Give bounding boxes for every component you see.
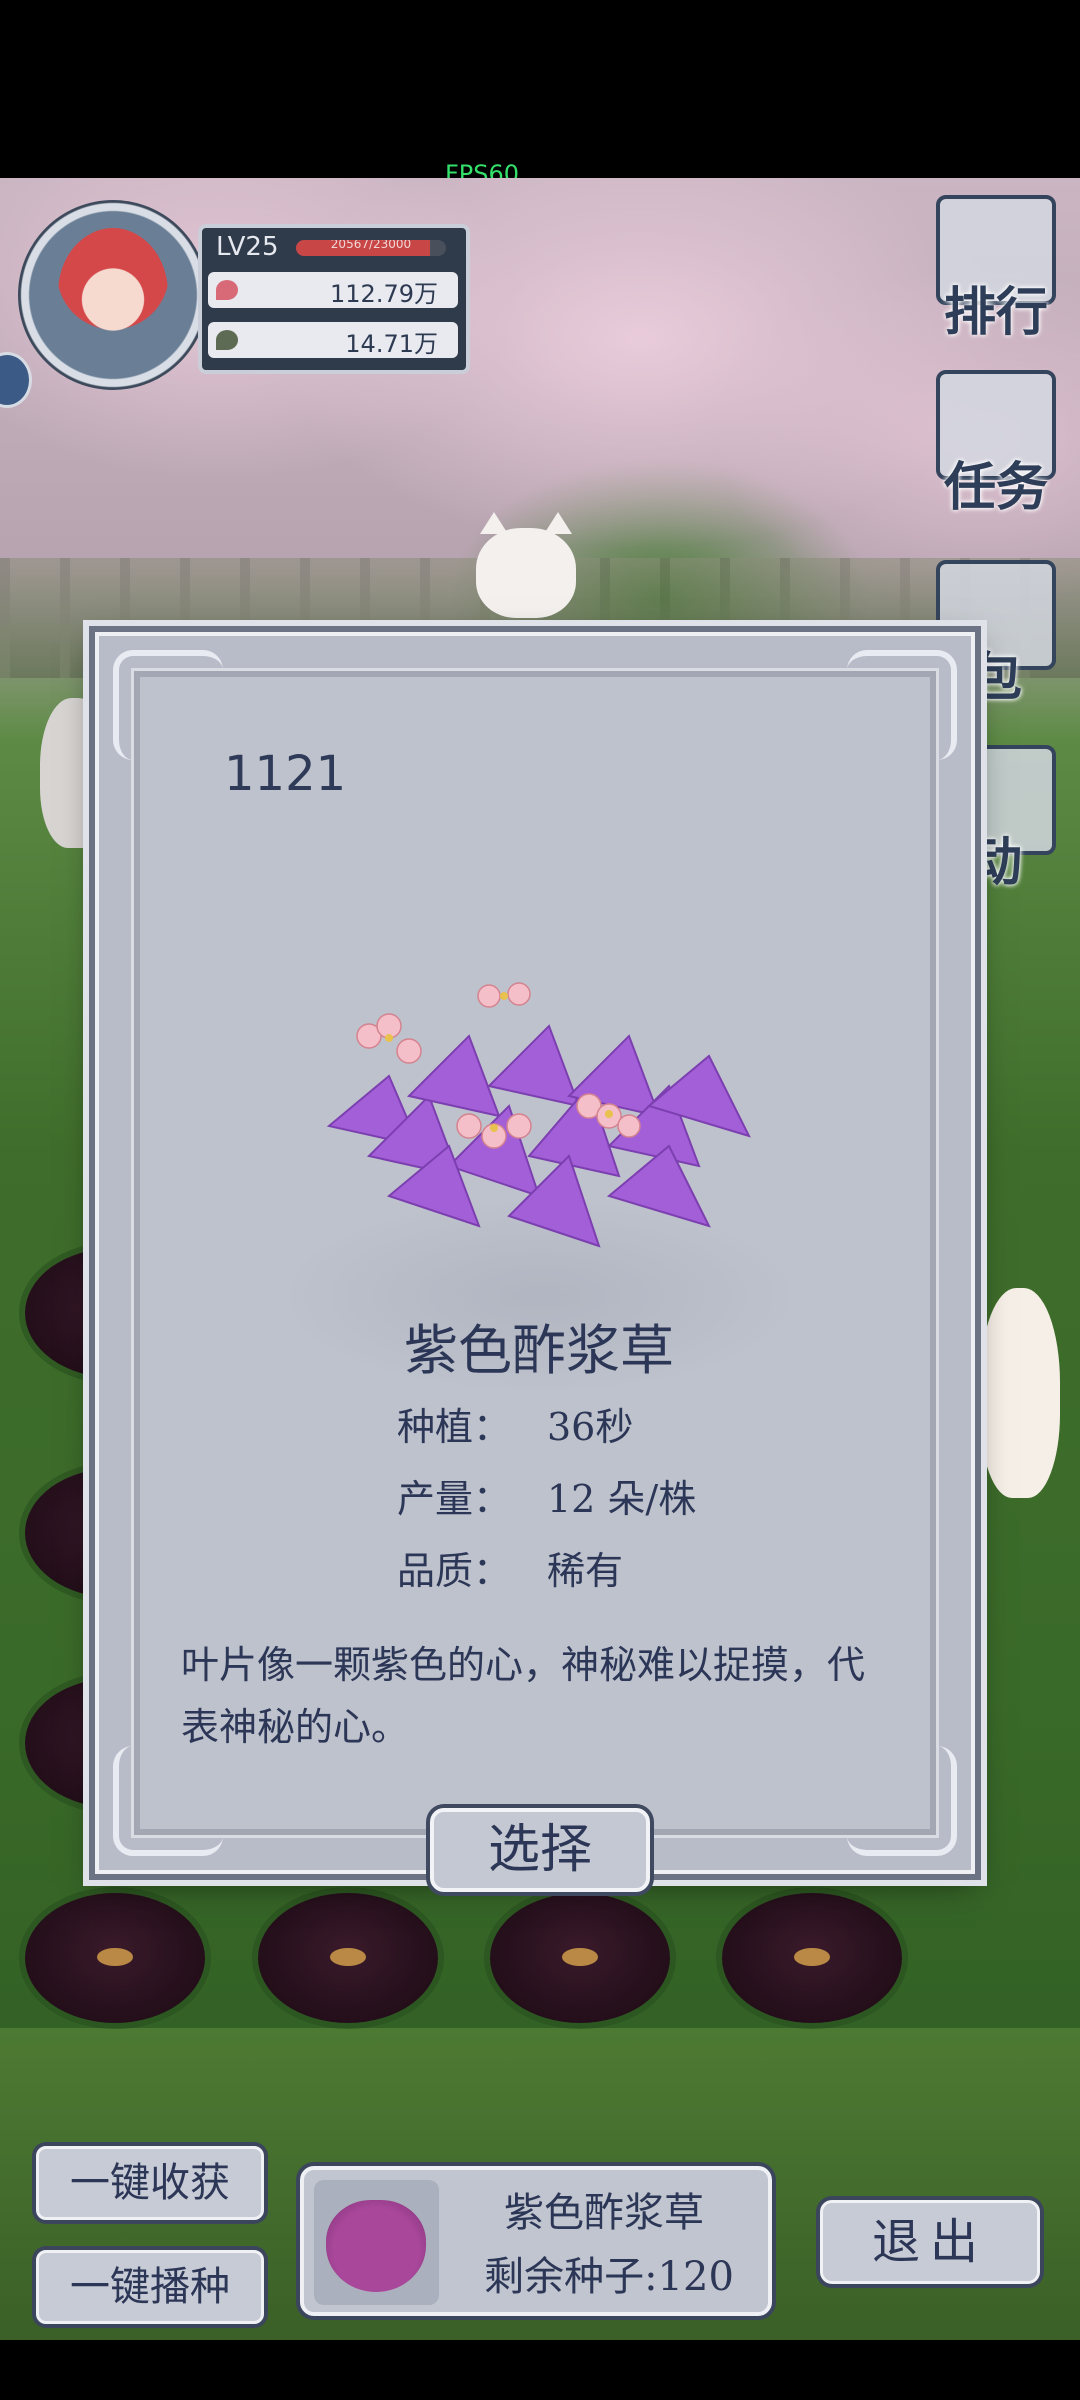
- currency-1-value: 112.79万: [330, 280, 438, 308]
- stat-key: 产量：: [397, 1477, 512, 1521]
- player-stats-box: LV25 20567/23000 112.79万 14.71万: [198, 224, 470, 374]
- plant-detail-dialog: 1121 紫色酢浆草 种植： 36秒 产量： 12 朵/株 品质： 稀有 叶片像…: [95, 632, 975, 1874]
- seed-icon: [330, 1948, 366, 1966]
- frame-corner-ornament: [847, 1746, 957, 1856]
- menu-tasks-label: 任务: [943, 457, 1048, 518]
- menu-tasks[interactable]: 任务: [926, 370, 1066, 520]
- stat-planting-time: 种植： 36秒: [397, 1396, 633, 1451]
- stat-yield: 产量： 12 朵/株: [397, 1468, 696, 1523]
- stat-value: 36秒: [547, 1405, 634, 1449]
- select-button-label: 选择: [487, 1820, 592, 1880]
- plant-name: 紫色酢浆草: [404, 1319, 674, 1382]
- selected-seed-panel[interactable]: 紫色酢浆草 剩余种子:120: [300, 2166, 772, 2316]
- currency-2-value: 14.71万: [345, 330, 438, 358]
- frame-corner-ornament: [113, 1746, 223, 1856]
- stat-key: 品质：: [397, 1549, 512, 1593]
- exp-text: 20567/23000: [330, 240, 412, 251]
- flower-currency-icon: [216, 280, 238, 300]
- currency-2-row: 14.71万: [208, 322, 458, 358]
- soil-plot-seeded[interactable]: [490, 1893, 670, 2023]
- plant-description: 叶片像一颗紫色的心，神秘难以捉摸，代表神秘的心。: [181, 1643, 866, 1749]
- soil-plot-seeded[interactable]: [722, 1893, 902, 2023]
- sow-all-button[interactable]: 一键播种: [36, 2250, 264, 2324]
- seed-currency-icon: [216, 330, 238, 350]
- harvest-all-button[interactable]: 一键收获: [36, 2146, 264, 2220]
- seed-bag-icon: [326, 2200, 426, 2292]
- currency-1-row: 112.79万: [208, 272, 458, 308]
- exit-button-label: 退出: [871, 2214, 988, 2270]
- player-level: LV25: [216, 232, 279, 262]
- menu-ranking[interactable]: 排行: [926, 195, 1066, 345]
- frame-corner-ornament: [847, 650, 957, 760]
- seed-icon: [794, 1948, 830, 1966]
- soil-plot-seeded[interactable]: [25, 1893, 205, 2023]
- avatar-frame[interactable]: [18, 200, 208, 390]
- stat-key: 种植：: [397, 1405, 512, 1449]
- exit-button[interactable]: 退出: [820, 2200, 1040, 2284]
- cat-top[interactable]: [476, 512, 576, 618]
- frame-corner-ornament: [113, 650, 223, 760]
- seed-remaining-count: 剩余种子:120: [484, 2254, 734, 2300]
- select-button[interactable]: 选择: [430, 1808, 650, 1892]
- seed-bag-slot: [314, 2180, 439, 2305]
- selected-seed-name: 紫色酢浆草: [504, 2190, 704, 2236]
- soil-plot-seeded[interactable]: [258, 1893, 438, 2023]
- stat-value: 稀有: [547, 1549, 624, 1593]
- purple-oxalis-illustration: [309, 976, 769, 1276]
- menu-ranking-label: 排行: [943, 282, 1048, 343]
- stat-quality: 品质： 稀有: [397, 1540, 623, 1595]
- exp-bar: 20567/23000: [296, 240, 446, 256]
- sow-all-label: 一键播种: [70, 2264, 230, 2310]
- harvest-all-label: 一键收获: [70, 2160, 230, 2206]
- avatar: [58, 228, 168, 358]
- seed-icon: [562, 1948, 598, 1966]
- system-nav-bar: [0, 2340, 1080, 2400]
- cat-right[interactable]: [980, 1288, 1060, 1498]
- player-info-panel[interactable]: LV25 20567/23000 112.79万 14.71万: [18, 200, 473, 390]
- plant-id: 1121: [224, 746, 347, 802]
- seed-icon: [97, 1948, 133, 1966]
- game-screen: FPS60 LV25 20567/23000 112.79万 14.71万 排行…: [0, 0, 1080, 2400]
- stat-value: 12 朵/株: [547, 1477, 697, 1521]
